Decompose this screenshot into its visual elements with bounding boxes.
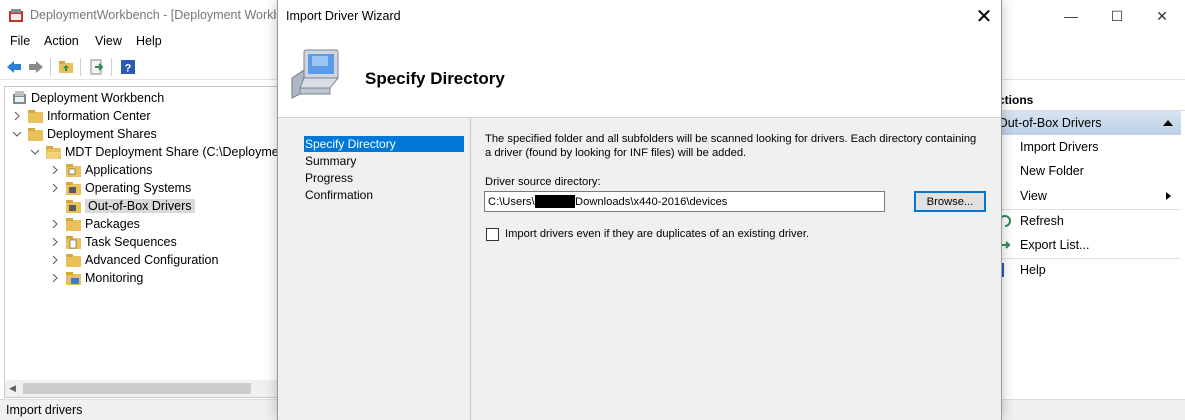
scroll-left-icon[interactable]: ◀: [9, 383, 19, 394]
redacted-username: [535, 195, 575, 208]
browse-button[interactable]: Browse...: [914, 191, 986, 212]
folder-icon: [66, 200, 81, 213]
wizard-banner: Specify Directory: [278, 32, 1001, 118]
app-title: DeploymentWorkbench - [Deployment Workbe: [30, 8, 276, 22]
chevron-right-icon[interactable]: [49, 182, 61, 194]
collapse-caret-icon[interactable]: [1163, 120, 1173, 126]
folder-icon: [66, 182, 81, 195]
svg-text:?: ?: [125, 63, 132, 75]
import-duplicates-checkbox[interactable]: [486, 228, 499, 241]
folder-icon: [66, 272, 81, 285]
minimize-button[interactable]: —: [1048, 0, 1094, 32]
import-duplicates-label: Import drivers even if they are duplicat…: [505, 228, 810, 240]
actions-section-out-of-box-drivers[interactable]: Out-of-Box Drivers: [998, 111, 1181, 135]
action-view[interactable]: View: [998, 185, 1181, 207]
wizard-heading: Specify Directory: [365, 69, 505, 88]
folder-icon: [66, 254, 81, 267]
back-icon[interactable]: [4, 57, 24, 77]
import-driver-wizard: Import Driver Wizard ✕ Specify Directory…: [277, 0, 1002, 420]
wizard-titlebar: Import Driver Wizard ✕: [278, 0, 1001, 32]
menu-action[interactable]: Action: [44, 34, 79, 48]
chevron-right-icon[interactable]: [49, 236, 61, 248]
tree-item-root[interactable]: Deployment Workbench: [11, 89, 164, 107]
folder-icon: [66, 236, 81, 249]
folder-icon: [28, 128, 43, 141]
export-icon[interactable]: [87, 57, 107, 77]
toolbar-separator: [111, 58, 112, 76]
tree-item-out-of-box-drivers[interactable]: Out-of-Box Drivers: [49, 197, 195, 215]
tree-item-task-sequences[interactable]: Task Sequences: [49, 233, 177, 251]
folder-icon: [28, 110, 43, 123]
workbench-icon: [13, 91, 26, 104]
chevron-down-icon[interactable]: [11, 128, 23, 140]
actions-header: ctions: [998, 86, 1185, 111]
tree-item-monitoring[interactable]: Monitoring: [49, 269, 143, 287]
menu-file[interactable]: File: [10, 34, 30, 48]
help-icon[interactable]: ?: [118, 57, 138, 77]
chevron-down-icon[interactable]: [29, 146, 41, 158]
scrollbar-thumb[interactable]: [23, 383, 251, 394]
status-text: Import drivers: [6, 403, 83, 417]
step-progress: Progress: [305, 171, 354, 185]
wizard-close-button[interactable]: ✕: [967, 0, 1001, 32]
computer-icon: [291, 49, 340, 99]
action-export-list[interactable]: Export List...: [998, 234, 1181, 256]
maximize-button[interactable]: ☐: [1094, 0, 1140, 32]
driver-source-label: Driver source directory:: [485, 176, 601, 188]
tree-item-advanced-configuration[interactable]: Advanced Configuration: [49, 251, 218, 269]
action-import-drivers[interactable]: Import Drivers: [998, 136, 1181, 158]
chevron-right-icon[interactable]: [49, 164, 61, 176]
step-confirmation: Confirmation: [305, 188, 374, 202]
action-refresh[interactable]: Refresh: [998, 210, 1181, 232]
console-tree[interactable]: Deployment Workbench Information Center …: [4, 86, 278, 398]
menu-help[interactable]: Help: [136, 34, 162, 48]
submenu-arrow-icon: [1166, 192, 1171, 200]
step-specify-directory: Specify Directory: [304, 136, 464, 152]
tree-item-applications[interactable]: Applications: [49, 161, 152, 179]
workbench-icon: [9, 9, 23, 22]
folder-icon: [66, 164, 81, 177]
forward-icon[interactable]: [26, 57, 46, 77]
action-help[interactable]: Help: [998, 259, 1181, 281]
chevron-right-icon[interactable]: [49, 218, 61, 230]
wizard-description: The specified folder and all subfolders …: [485, 133, 977, 159]
chevron-right-icon[interactable]: [49, 272, 61, 284]
close-icon: ✕: [975, 5, 993, 28]
chevron-right-icon[interactable]: [49, 254, 61, 266]
tree-item-deployment-shares[interactable]: Deployment Shares: [11, 125, 157, 143]
action-new-folder[interactable]: New Folder: [998, 160, 1181, 182]
open-folder-icon: [46, 146, 61, 159]
tree-item-packages[interactable]: Packages: [49, 215, 140, 233]
toolbar-separator: [50, 58, 51, 76]
toolbar-separator: [80, 58, 81, 76]
wizard-steps: Specify Directory Summary Progress Confi…: [302, 118, 470, 420]
tree-item-information-center[interactable]: Information Center: [11, 107, 151, 125]
up-folder-icon[interactable]: [56, 57, 76, 77]
step-summary: Summary: [305, 154, 357, 168]
horizontal-scrollbar[interactable]: ◀: [5, 380, 277, 397]
menu-view[interactable]: View: [95, 34, 122, 48]
tree-item-operating-systems[interactable]: Operating Systems: [49, 179, 191, 197]
wizard-body: The specified folder and all subfolders …: [471, 118, 1001, 420]
actions-pane: ctions Out-of-Box Drivers Import Drivers…: [998, 86, 1185, 398]
wizard-title: Import Driver Wizard: [286, 9, 401, 23]
chevron-right-icon[interactable]: [11, 110, 23, 122]
close-button[interactable]: ✕: [1139, 0, 1185, 32]
tree-item-deployment-share[interactable]: MDT Deployment Share (C:\Deploymen: [29, 143, 277, 161]
folder-icon: [66, 218, 81, 231]
